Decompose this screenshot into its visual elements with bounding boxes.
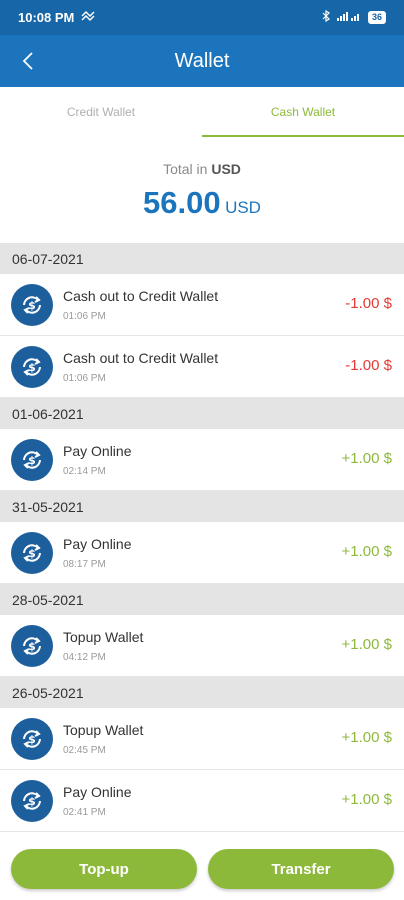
date-header: 01-06-2021 xyxy=(0,398,404,429)
status-time: 10:08 PM xyxy=(18,10,75,25)
transaction-time: 02:14 PM xyxy=(63,465,106,477)
transaction-time: 01:06 PM xyxy=(63,372,106,384)
wallet-tabs: Credit Wallet Cash Wallet xyxy=(0,87,404,137)
transaction-amount: -1.00 $ xyxy=(345,357,392,374)
back-button[interactable] xyxy=(14,47,42,75)
exchange-icon: $ xyxy=(11,717,53,760)
svg-text:$: $ xyxy=(28,795,36,808)
date-header: 28-05-2021 xyxy=(0,584,404,615)
transfer-button[interactable]: Transfer xyxy=(208,849,394,889)
transaction-row[interactable]: $ Pay Online 02:41 PM +1.00 $ xyxy=(0,770,404,832)
tab-credit-wallet[interactable]: Credit Wallet xyxy=(0,87,202,137)
chevron-left-icon xyxy=(22,52,33,70)
transaction-row[interactable]: $ Cash out to Credit Wallet 01:06 PM -1.… xyxy=(0,336,404,398)
svg-text:$: $ xyxy=(28,454,36,467)
action-bar: Top-up Transfer xyxy=(0,836,404,900)
topup-button[interactable]: Top-up xyxy=(11,849,197,889)
transaction-name: Topup Wallet xyxy=(63,628,144,645)
transaction-amount: +1.00 $ xyxy=(341,729,392,746)
signal-icon xyxy=(336,10,362,25)
exchange-icon: $ xyxy=(11,283,53,326)
transaction-name: Cash out to Credit Wallet xyxy=(63,287,219,304)
bluetooth-icon xyxy=(322,9,330,25)
exchange-icon: $ xyxy=(11,531,53,574)
transaction-name: Pay Online xyxy=(63,783,132,800)
status-bar: 10:08 PM 36 xyxy=(0,0,404,35)
svg-text:$: $ xyxy=(28,361,36,374)
transaction-time: 04:12 PM xyxy=(63,651,106,663)
transaction-name: Topup Wallet xyxy=(63,721,144,738)
total-amount-row: 56.00 USD xyxy=(0,185,404,221)
transaction-row[interactable]: $ Pay Online 02:14 PM +1.00 $ xyxy=(0,429,404,491)
transaction-name: Pay Online xyxy=(63,442,132,459)
transaction-name: Pay Online xyxy=(63,535,132,552)
transaction-time: 08:17 PM xyxy=(63,558,106,570)
transaction-amount: -1.00 $ xyxy=(345,295,392,312)
total-currency: USD xyxy=(225,198,261,217)
transaction-row[interactable]: $ Topup Wallet 02:45 PM +1.00 $ xyxy=(0,708,404,770)
transaction-row[interactable]: $ Cash out to Credit Wallet 01:06 PM -1.… xyxy=(0,274,404,336)
exchange-icon: $ xyxy=(11,779,53,822)
tab-cash-wallet[interactable]: Cash Wallet xyxy=(202,87,404,137)
date-header: 31-05-2021 xyxy=(0,491,404,522)
total-amount: 56.00 xyxy=(143,185,221,220)
battery-icon: 36 xyxy=(367,11,386,24)
sync-icon xyxy=(80,9,96,26)
total-label-row: Total in USD xyxy=(0,161,404,177)
total-balance: Total in USD 56.00 USD xyxy=(0,137,404,243)
transaction-amount: +1.00 $ xyxy=(341,791,392,808)
total-label: Total in xyxy=(163,161,208,177)
svg-text:$: $ xyxy=(28,299,36,312)
exchange-icon: $ xyxy=(11,345,53,388)
svg-text:$: $ xyxy=(28,640,36,653)
transaction-name: Cash out to Credit Wallet xyxy=(63,349,219,366)
transaction-time: 02:45 PM xyxy=(63,744,106,756)
app-bar: Wallet xyxy=(0,35,404,87)
date-header: 26-05-2021 xyxy=(0,677,404,708)
page-title: Wallet xyxy=(174,49,230,72)
transaction-row[interactable]: $ Topup Wallet 04:12 PM +1.00 $ xyxy=(0,615,404,677)
transaction-list: 06-07-2021 $ Cash out to Credit Wallet 0… xyxy=(0,243,404,832)
date-header: 06-07-2021 xyxy=(0,243,404,274)
transaction-time: 02:41 PM xyxy=(63,806,106,818)
transaction-amount: +1.00 $ xyxy=(341,450,392,467)
total-currency-label: USD xyxy=(211,161,241,177)
exchange-icon: $ xyxy=(11,438,53,481)
transaction-row[interactable]: $ Pay Online 08:17 PM +1.00 $ xyxy=(0,522,404,584)
transaction-time: 01:06 PM xyxy=(63,310,106,322)
transaction-amount: +1.00 $ xyxy=(341,543,392,560)
transaction-amount: +1.00 $ xyxy=(341,636,392,653)
exchange-icon: $ xyxy=(11,624,53,667)
svg-text:$: $ xyxy=(28,547,36,560)
svg-text:$: $ xyxy=(28,733,36,746)
